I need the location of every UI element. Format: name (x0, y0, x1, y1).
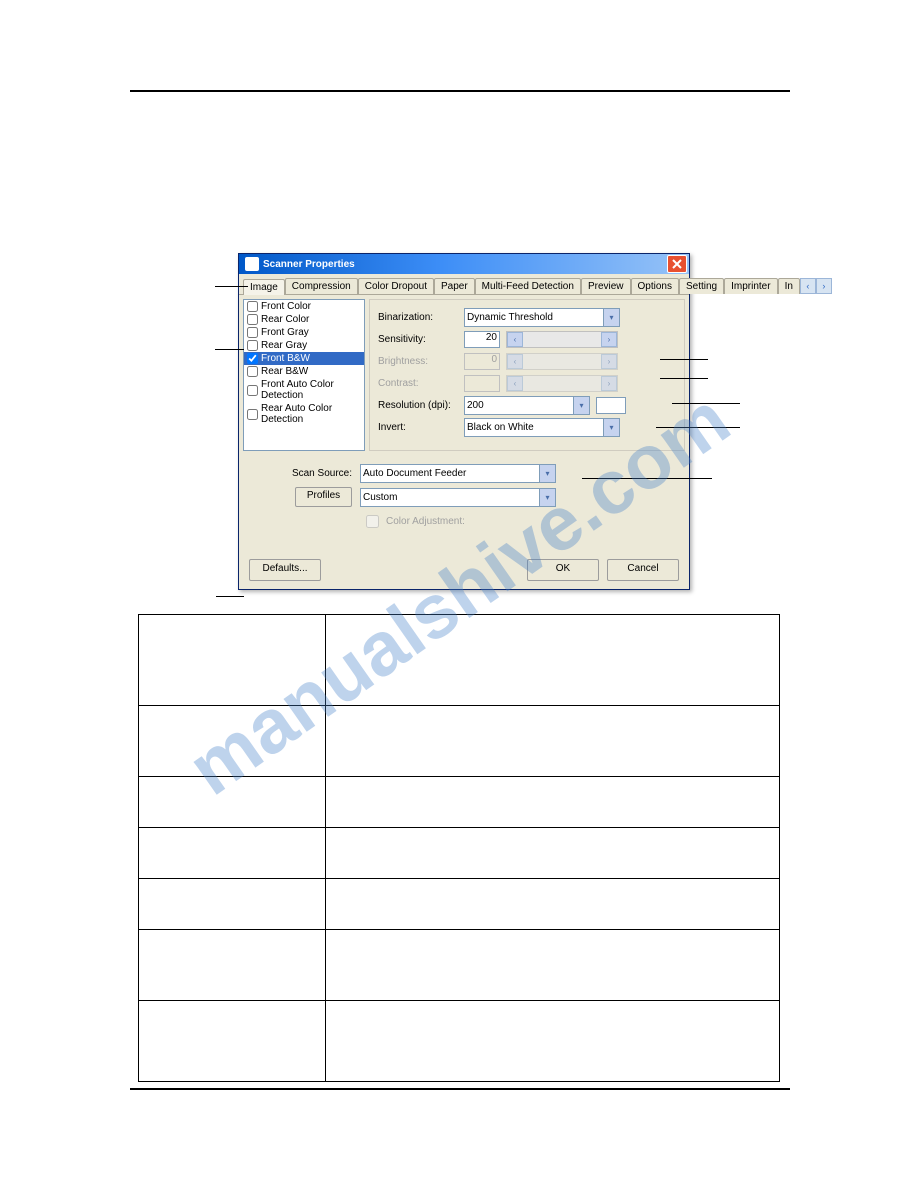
list-item-rear-auto[interactable]: Rear Auto Color Detection (244, 402, 364, 426)
tab-compression[interactable]: Compression (285, 278, 358, 294)
color-adjustment-checkbox (366, 515, 379, 528)
slider-left-icon: ‹ (507, 354, 523, 369)
tab-multi-feed[interactable]: Multi-Feed Detection (475, 278, 581, 294)
slider-right-icon: › (601, 354, 617, 369)
list-label: Front B&W (261, 353, 310, 364)
titlebar[interactable]: Scanner Properties (239, 254, 689, 274)
list-label: Rear Auto Color Detection (261, 403, 361, 425)
slider-right-icon: › (601, 332, 617, 347)
sensitivity-label: Sensitivity: (378, 334, 458, 345)
combo-value: Black on White (467, 422, 534, 433)
combo-value: Custom (363, 492, 397, 503)
tab-scroll-right[interactable]: › (816, 278, 832, 294)
profiles-combo[interactable]: Custom ▾ (360, 488, 556, 507)
list-item-front-gray[interactable]: Front Gray (244, 326, 364, 339)
list-label: Rear Color (261, 314, 309, 325)
close-icon (672, 259, 682, 269)
brightness-value: 0 (464, 353, 500, 370)
tab-image[interactable]: Image (243, 279, 285, 295)
slider-left-icon: ‹ (507, 332, 523, 347)
list-item-rear-color[interactable]: Rear Color (244, 313, 364, 326)
cancel-button[interactable]: Cancel (607, 559, 679, 581)
footer-rule (130, 1088, 790, 1090)
table-row (139, 828, 780, 879)
combo-value: Auto Document Feeder (363, 468, 466, 479)
sensitivity-value[interactable]: 20 (464, 331, 500, 348)
tab-overflow[interactable]: In (778, 278, 800, 294)
list-label: Front Gray (261, 327, 309, 338)
combo-value: 200 (467, 400, 484, 411)
checkbox-rear-auto[interactable] (247, 409, 258, 420)
table-row (139, 706, 780, 777)
scan-source-label: Scan Source: (247, 468, 352, 479)
chevron-down-icon: ▾ (539, 489, 555, 506)
header-rule (130, 90, 790, 92)
table-row (139, 930, 780, 1001)
checkbox-front-color[interactable] (247, 301, 258, 312)
window-title: Scanner Properties (263, 259, 667, 270)
checkbox-rear-color[interactable] (247, 314, 258, 325)
contrast-label: Contrast: (378, 378, 458, 389)
list-item-rear-gray[interactable]: Rear Gray (244, 339, 364, 352)
image-selection-list[interactable]: Front Color Rear Color Front Gray Rear G… (243, 299, 365, 451)
table-row (139, 879, 780, 930)
scan-source-combo[interactable]: Auto Document Feeder ▾ (360, 464, 556, 483)
combo-value: Dynamic Threshold (467, 312, 553, 323)
list-label: Rear B&W (261, 366, 308, 377)
list-label: Rear Gray (261, 340, 307, 351)
chevron-down-icon: ▾ (603, 419, 619, 436)
callout-line (216, 596, 244, 597)
contrast-slider: ‹› (506, 375, 618, 392)
checkbox-rear-gray[interactable] (247, 340, 258, 351)
settings-panel: Binarization: Dynamic Threshold ▾ Sensiti… (369, 299, 685, 451)
defaults-button[interactable]: Defaults... (249, 559, 321, 581)
checkbox-front-auto[interactable] (247, 385, 258, 396)
slider-left-icon: ‹ (507, 376, 523, 391)
checkbox-rear-bw[interactable] (247, 366, 258, 377)
chevron-down-icon: ▾ (539, 465, 555, 482)
list-label: Front Auto Color Detection (261, 379, 361, 401)
slider-right-icon: › (601, 376, 617, 391)
binarization-label: Binarization: (378, 312, 458, 323)
checkbox-front-bw[interactable] (247, 353, 258, 364)
scanner-properties-dialog: Scanner Properties Image Compression Col… (238, 253, 690, 590)
resolution-custom[interactable] (596, 397, 626, 414)
tab-imprinter[interactable]: Imprinter (724, 278, 777, 294)
description-table (138, 614, 780, 1082)
invert-label: Invert: (378, 422, 458, 433)
tab-setting[interactable]: Setting (679, 278, 724, 294)
profiles-button[interactable]: Profiles (295, 487, 352, 507)
table-row (139, 777, 780, 828)
table-row (139, 1001, 780, 1082)
list-label: Front Color (261, 301, 311, 312)
app-icon (245, 257, 259, 271)
list-item-front-bw[interactable]: Front B&W (244, 352, 364, 365)
list-item-rear-bw[interactable]: Rear B&W (244, 365, 364, 378)
chevron-down-icon: ▾ (573, 397, 589, 414)
tab-strip: Image Compression Color Dropout Paper Mu… (239, 274, 689, 295)
chevron-down-icon: ▾ (603, 309, 619, 326)
close-button[interactable] (667, 255, 687, 273)
sensitivity-slider[interactable]: ‹› (506, 331, 618, 348)
binarization-combo[interactable]: Dynamic Threshold ▾ (464, 308, 620, 327)
resolution-combo[interactable]: 200 ▾ (464, 396, 590, 415)
brightness-label: Brightness: (378, 356, 458, 367)
brightness-slider: ‹› (506, 353, 618, 370)
resolution-label: Resolution (dpi): (378, 400, 458, 411)
list-item-front-color[interactable]: Front Color (244, 300, 364, 313)
color-adjustment-label: Color Adjustment: (386, 516, 465, 527)
contrast-value (464, 375, 500, 392)
table-row (139, 615, 780, 706)
checkbox-front-gray[interactable] (247, 327, 258, 338)
tab-options[interactable]: Options (631, 278, 679, 294)
tab-preview[interactable]: Preview (581, 278, 631, 294)
invert-combo[interactable]: Black on White ▾ (464, 418, 620, 437)
list-item-front-auto[interactable]: Front Auto Color Detection (244, 378, 364, 402)
tab-color-dropout[interactable]: Color Dropout (358, 278, 434, 294)
tab-paper[interactable]: Paper (434, 278, 475, 294)
tab-scroll-left[interactable]: ‹ (800, 278, 816, 294)
ok-button[interactable]: OK (527, 559, 599, 581)
